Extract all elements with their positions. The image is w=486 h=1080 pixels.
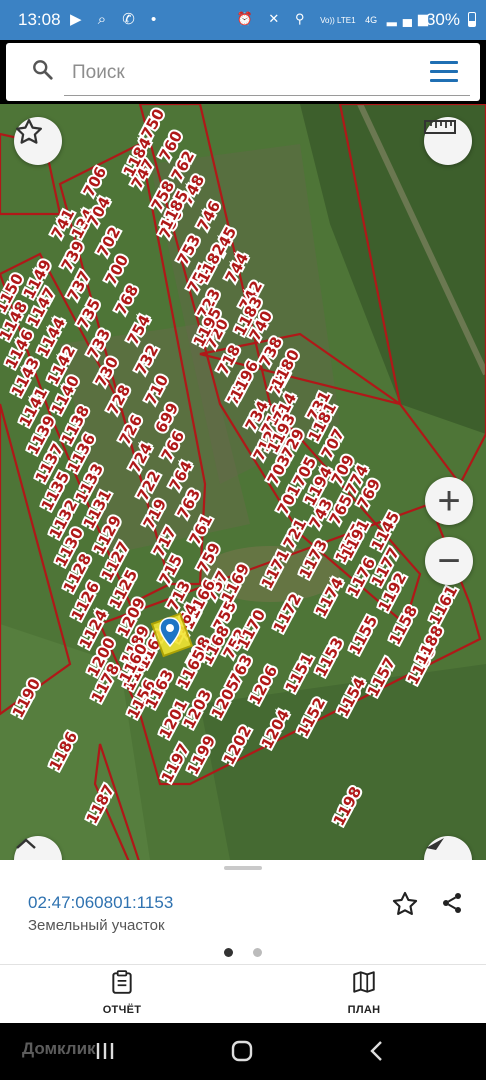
page-dot-active[interactable]: [224, 948, 233, 957]
search-underline: [64, 95, 470, 96]
volte-indicator: Vo)) LTE1: [320, 16, 356, 25]
search-icon[interactable]: [32, 59, 54, 81]
plus-icon: +: [437, 479, 461, 523]
status-time: 13:08: [18, 10, 61, 29]
recent-apps-icon[interactable]: [94, 1041, 116, 1061]
bottom-navigation: ОТЧЁТ ПЛАН: [0, 964, 486, 1023]
sheet-drag-handle[interactable]: [224, 866, 262, 870]
plan-label: ПЛАН: [347, 1004, 381, 1016]
ruler-button[interactable]: [424, 117, 472, 165]
zoom-out-button[interactable]: −: [425, 537, 473, 585]
ruler-icon: [424, 120, 456, 134]
star-icon[interactable]: [391, 890, 419, 918]
location-icon: ⚲: [294, 11, 311, 26]
cadastral-number[interactable]: 02:47:060801:1153: [28, 893, 173, 913]
watermark-logo: Домклик: [22, 1039, 96, 1058]
share-icon[interactable]: [440, 891, 464, 915]
battery-level: 30%: [425, 10, 460, 29]
home-icon[interactable]: [230, 1040, 254, 1062]
menu-icon[interactable]: [430, 61, 458, 83]
star-icon: [16, 119, 42, 144]
plan-tab[interactable]: ПЛАН: [314, 969, 414, 1016]
page-dot[interactable]: [253, 948, 262, 957]
status-bar: 13:08 ▶ ⌕ ✆ • ⏰ ✕ ⚲ Vo)) LTE1 4G ▂▄▆ 30%: [0, 0, 486, 40]
notification-icons: ▶ ⌕ ✆ •: [70, 11, 163, 28]
search-input[interactable]: Поиск: [72, 62, 125, 84]
clipboard-icon: [112, 970, 132, 994]
report-tab[interactable]: ОТЧЁТ: [72, 969, 172, 1016]
map-canvas[interactable]: 134750760762747758 748756 746753 745751 7447…: [0, 104, 486, 860]
navigation-arrow-icon: [426, 838, 444, 850]
system-indicators: ⏰ ✕ ⚲ Vo)) LTE1 4G ▂▄▆: [237, 11, 434, 27]
map-icon: [353, 971, 375, 993]
network-gen: 4G: [365, 15, 378, 25]
system-navigation-bar: Домклик: [0, 1023, 486, 1080]
report-label: ОТЧЁТ: [102, 1004, 142, 1016]
parcel-type: Земельный участок: [28, 917, 165, 934]
mute-icon: ✕: [268, 11, 286, 26]
chevron-up-icon: [16, 838, 36, 849]
zoom-in-button[interactable]: +: [425, 477, 473, 525]
favorite-layer-button[interactable]: [14, 117, 62, 165]
minus-icon: −: [437, 539, 461, 583]
alarm-icon: ⏰: [236, 11, 259, 26]
battery-icon: [468, 12, 476, 27]
search-bar[interactable]: Поиск: [6, 43, 480, 101]
back-icon[interactable]: [368, 1040, 386, 1062]
parcel-info-sheet[interactable]: 02:47:060801:1153 Земельный участок: [0, 860, 486, 964]
cadastral-map[interactable]: 134 750 760 762 747 758 748 756 746 753 745 751 744 7…: [0, 104, 486, 860]
